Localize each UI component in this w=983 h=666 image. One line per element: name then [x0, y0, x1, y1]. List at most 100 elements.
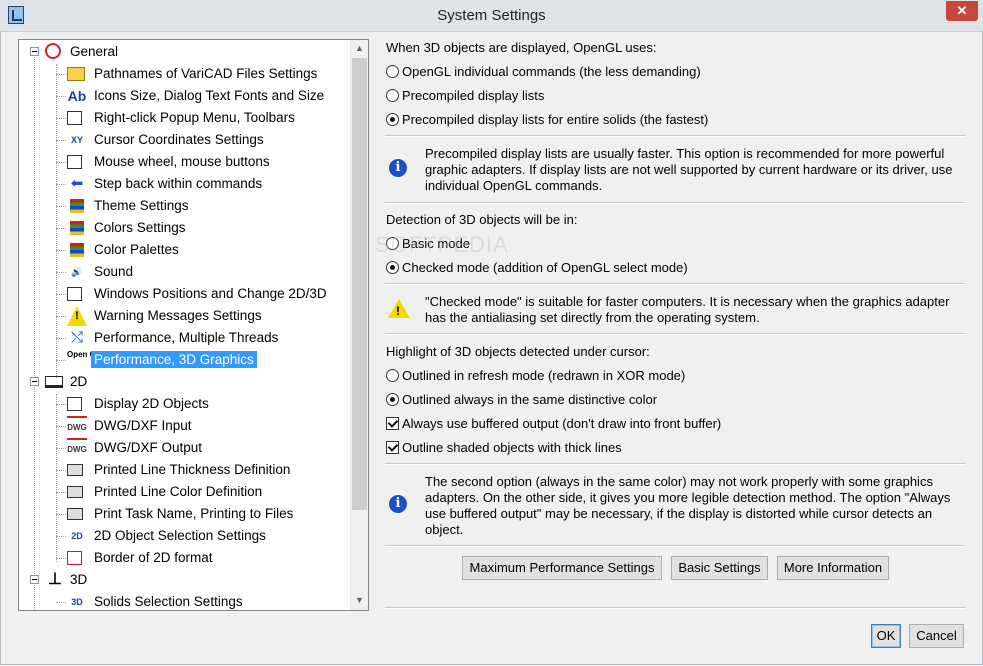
max-performance-button[interactable]: Maximum Performance Settings [462, 556, 662, 580]
tree-item-label[interactable]: Theme Settings [91, 197, 192, 214]
tree-item[interactable]: DWG DWG/DXF Input [19, 415, 349, 437]
tree-item-label[interactable]: Sound [91, 263, 136, 280]
checkbox-buffered-output[interactable] [386, 417, 399, 430]
tree-item[interactable]: Printed Line Thickness Definition [19, 459, 349, 481]
radio-label[interactable]: Precompiled display lists for entire sol… [402, 112, 708, 127]
tree-item-label[interactable]: Printed Line Thickness Definition [91, 461, 293, 478]
divider [385, 135, 965, 137]
tree-item-label[interactable]: Pathnames of VariCAD Files Settings [91, 65, 320, 82]
tree-item-label[interactable]: Performance, 3D Graphics [91, 351, 257, 368]
radio-label[interactable]: Precompiled display lists [402, 88, 544, 103]
tree-item[interactable]: ⬅ Step back within commands [19, 173, 349, 195]
highlight-heading: Highlight of 3D objects detected under c… [386, 344, 650, 359]
tree-item-label[interactable]: Print Task Name, Printing to Files [91, 505, 296, 522]
tree-item-label[interactable]: Warning Messages Settings [91, 307, 265, 324]
ok-button[interactable]: OK [871, 624, 901, 648]
colors-icon [70, 221, 84, 235]
tree-line [56, 360, 66, 361]
scroll-up-arrow-icon[interactable]: ▲ [351, 40, 368, 57]
radio-precompiled-solids[interactable] [386, 113, 399, 126]
divider [385, 333, 965, 335]
tree-item[interactable]: Pathnames of VariCAD Files Settings [19, 63, 349, 85]
radio-precompiled-lists[interactable] [386, 89, 399, 102]
tree-item-label[interactable]: Windows Positions and Change 2D/3D [91, 285, 330, 302]
tree-item[interactable]: ⤭ Performance, Multiple Threads [19, 327, 349, 349]
cancel-button[interactable]: Cancel [909, 624, 964, 648]
radio-label[interactable]: Outlined always in the same distinctive … [402, 392, 657, 407]
tree-item[interactable]: Right-click Popup Menu, Toolbars [19, 107, 349, 129]
tree-item[interactable]: Colors Settings [19, 217, 349, 239]
scroll-thumb[interactable] [352, 58, 367, 510]
tree-item-label[interactable]: 2D Object Selection Settings [91, 527, 269, 544]
tree-item-label[interactable]: Performance, Multiple Threads [91, 329, 281, 346]
tree-item[interactable]: Mouse wheel, mouse buttons [19, 151, 349, 173]
tree-item[interactable]: XY Cursor Coordinates Settings [19, 129, 349, 151]
select-3d-icon: 3D [71, 597, 83, 607]
watermark: SOFTPEDIA [375, 232, 509, 257]
tree-item[interactable]: Border of 2D format [19, 547, 349, 569]
checkbox-label[interactable]: Always use buffered output (don't draw i… [402, 416, 721, 431]
radio-label[interactable]: OpenGL individual commands (the less dem… [402, 64, 701, 79]
settings-tree[interactable]: General Pathnames of VariCAD Files Settin… [18, 39, 369, 611]
tree-item-label[interactable]: Right-click Popup Menu, Toolbars [91, 109, 298, 126]
basic-settings-button[interactable]: Basic Settings [671, 556, 768, 580]
window-title: System Settings [437, 7, 546, 24]
tree-item-label[interactable]: Display 2D Objects [91, 395, 212, 412]
tree-item[interactable]: ! Warning Messages Settings [19, 305, 349, 327]
display-2d-icon [67, 397, 82, 411]
tree-item-label[interactable]: Border of 2D format [91, 549, 216, 566]
checkbox-label[interactable]: Outline shaded objects with thick lines [402, 440, 622, 455]
tree-item[interactable]: Open GL Performance, 3D Graphics [19, 349, 349, 371]
tree-item-label[interactable]: Colors Settings [91, 219, 189, 236]
tree-item[interactable]: Ab Icons Size, Dialog Text Fonts and Size [19, 85, 349, 107]
tree-group-label[interactable]: 3D [67, 571, 90, 588]
collapse-toggle-icon[interactable] [30, 377, 39, 386]
collapse-toggle-icon[interactable] [30, 47, 39, 56]
radio-outlined-same-color[interactable] [386, 393, 399, 406]
tree-item-label[interactable]: Color Palettes [91, 241, 182, 258]
tree-group-3d[interactable]: ⊥ 3D [19, 569, 349, 591]
collapse-toggle-icon[interactable] [30, 575, 39, 584]
tree-item[interactable]: DWG DWG/DXF Output [19, 437, 349, 459]
folder-icon [67, 67, 85, 81]
tree-item[interactable]: Printed Line Color Definition [19, 481, 349, 503]
tree-line [56, 514, 66, 515]
radio-opengl-individual[interactable] [386, 65, 399, 78]
tree-item-label[interactable]: Printed Line Color Definition [91, 483, 265, 500]
more-information-button[interactable]: More Information [777, 556, 889, 580]
tree-item[interactable]: Theme Settings [19, 195, 349, 217]
radio-outlined-refresh[interactable] [386, 369, 399, 382]
checkbox-thick-lines[interactable] [386, 441, 399, 454]
tree-line [56, 96, 66, 97]
select-2d-icon: 2D [71, 531, 83, 541]
tree-group-2d[interactable]: 2D [19, 371, 349, 393]
tree-item-label[interactable]: Mouse wheel, mouse buttons [91, 153, 273, 170]
tree-item[interactable]: Display 2D Objects [19, 393, 349, 415]
tree-item[interactable]: 2D 2D Object Selection Settings [19, 525, 349, 547]
tree-item[interactable]: Print Task Name, Printing to Files [19, 503, 349, 525]
tree-item[interactable]: Windows Positions and Change 2D/3D [19, 283, 349, 305]
tree-scrollbar[interactable]: ▲ ▼ [350, 40, 368, 610]
tree-group-general[interactable]: General [19, 41, 349, 63]
tree-item[interactable]: 🔊 Sound [19, 261, 349, 283]
tree-item-label[interactable]: Step back within commands [91, 175, 265, 192]
tree-item-label[interactable]: DWG/DXF Input [91, 417, 195, 434]
tree-item-label[interactable]: DWG/DXF Output [91, 439, 205, 456]
tree-item-label[interactable]: Icons Size, Dialog Text Fonts and Size [91, 87, 327, 104]
tree-line [56, 228, 66, 229]
tree-item[interactable]: 3D Solids Selection Settings [19, 591, 349, 610]
general-circle-icon [45, 43, 61, 59]
tree-group-label[interactable]: General [67, 43, 121, 60]
tree-group-label[interactable]: 2D [67, 373, 90, 390]
radio-checked-mode[interactable] [386, 261, 399, 274]
windows-icon [67, 287, 82, 301]
close-button[interactable]: ✕ [946, 1, 978, 21]
tree-item-label[interactable]: Solids Selection Settings [91, 593, 246, 610]
divider [385, 545, 965, 547]
radio-label[interactable]: Outlined in refresh mode (redrawn in XOR… [402, 368, 685, 383]
divider [385, 607, 965, 609]
radio-label[interactable]: Checked mode (addition of OpenGL select … [402, 260, 688, 275]
tree-item-label[interactable]: Cursor Coordinates Settings [91, 131, 267, 148]
scroll-down-arrow-icon[interactable]: ▼ [351, 592, 368, 609]
tree-item[interactable]: Color Palettes [19, 239, 349, 261]
